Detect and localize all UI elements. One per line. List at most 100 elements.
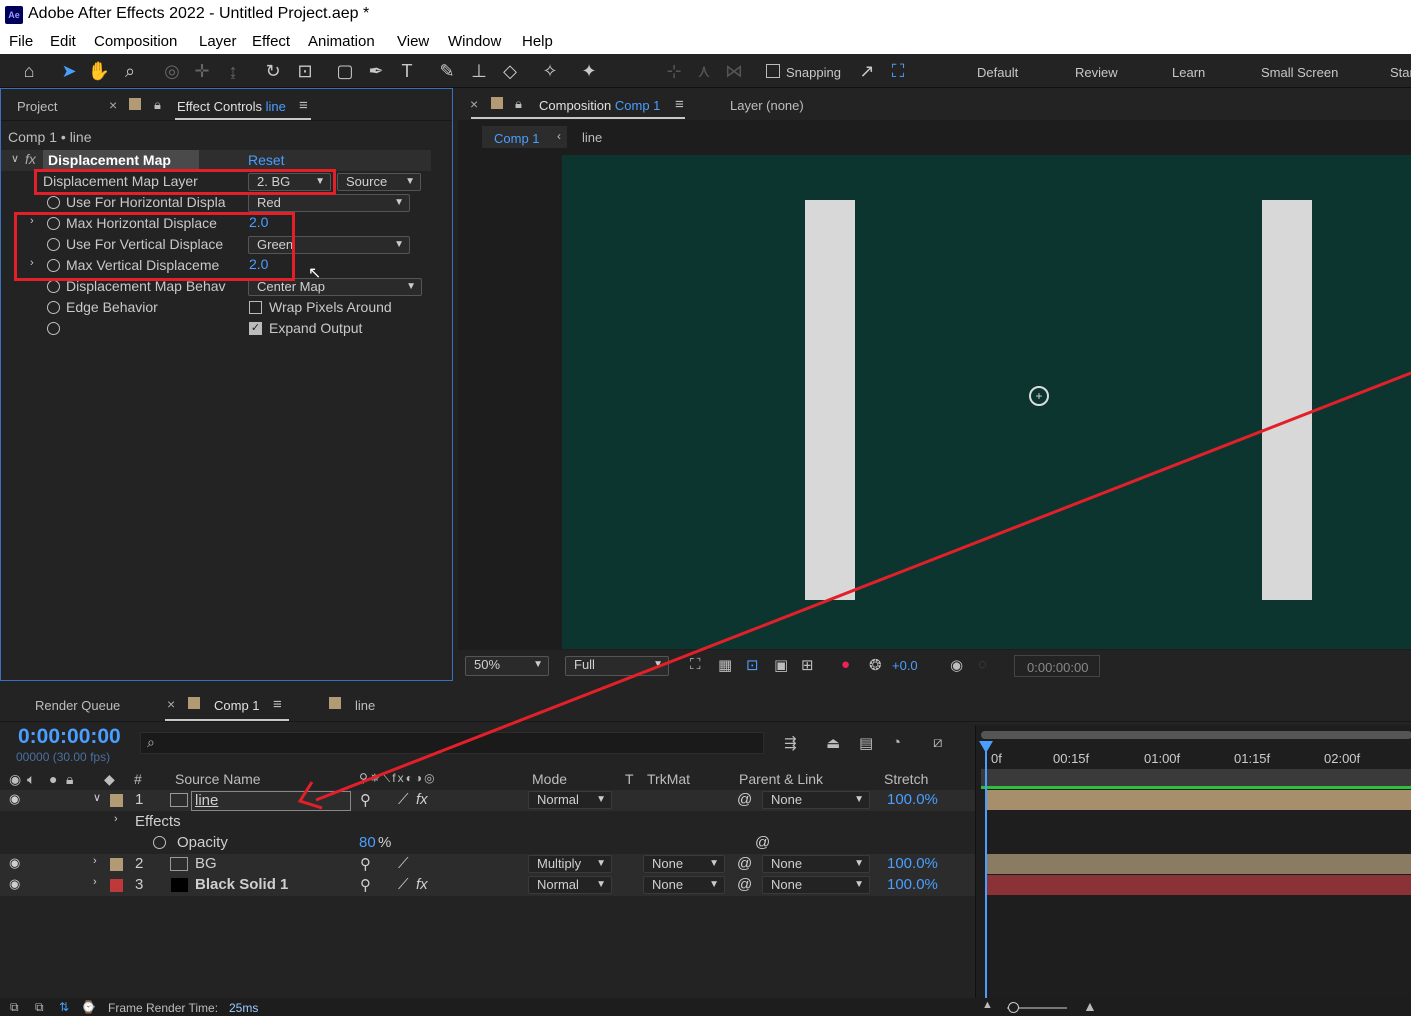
shy-switch-icon[interactable]: ⚲ bbox=[360, 791, 371, 809]
tab-composition[interactable]: Composition Comp 1 bbox=[539, 98, 660, 113]
fx-switch-icon[interactable]: fx bbox=[416, 876, 428, 893]
panel-menu-icon[interactable]: ≡ bbox=[299, 97, 308, 114]
puppet-pin-icon[interactable]: ✦ bbox=[577, 59, 601, 83]
layer-bar-line[interactable] bbox=[986, 790, 1411, 810]
stretch-value[interactable]: 100.0% bbox=[887, 791, 938, 808]
motion-blur-icon[interactable]: ◔ bbox=[892, 734, 901, 751]
render-time-icon[interactable]: ⌚ bbox=[81, 1000, 96, 1014]
work-area-bar[interactable] bbox=[981, 731, 1411, 739]
close-icon[interactable]: × bbox=[167, 696, 175, 712]
stretch-value[interactable]: 100.0% bbox=[887, 876, 938, 893]
orbit-camera-icon[interactable]: ◎ bbox=[160, 59, 184, 83]
table-row[interactable]: ◉ › 3 Black Solid 1 ⚲ ⟋ fx Normal ▼ None ▼… bbox=[0, 875, 975, 896]
menu-file[interactable]: File bbox=[9, 33, 33, 50]
solo-icon[interactable]: ● bbox=[49, 771, 57, 787]
pan-camera-icon[interactable]: ✛ bbox=[190, 59, 214, 83]
eraser-tool-icon[interactable]: ◇ bbox=[498, 59, 522, 83]
lock-icon[interactable]: 🔒︎ bbox=[154, 97, 161, 113]
expand-icon[interactable]: › bbox=[93, 855, 97, 867]
show-snapshot-icon[interactable]: ◌ bbox=[978, 656, 987, 673]
layer-name[interactable]: BG bbox=[195, 855, 217, 872]
label-swatch[interactable] bbox=[110, 858, 123, 871]
axis-view-icon[interactable]: ⋈ bbox=[722, 59, 746, 83]
table-row[interactable]: ◉ › 2 BG ⚲ ⟋ Multiply ▼ None ▼ @ None ▼ 100… bbox=[0, 854, 975, 875]
zoom-tool-icon[interactable]: ⌕ bbox=[118, 59, 142, 83]
pickwhip-icon[interactable]: @ bbox=[737, 791, 752, 808]
graph-editor-icon[interactable]: ⧄ bbox=[933, 734, 943, 751]
mode-dropdown[interactable]: Normal ▼ bbox=[528, 791, 612, 809]
shy-switch-icon[interactable]: ⚲ bbox=[360, 876, 371, 894]
mask-path-icon[interactable]: ⊡ bbox=[746, 656, 759, 674]
zoom-in-icon[interactable]: ▲ bbox=[1083, 998, 1097, 1014]
workspace-default[interactable]: Default bbox=[977, 65, 1018, 80]
tab-render-queue[interactable]: Render Queue bbox=[35, 698, 120, 713]
mode-dropdown[interactable]: Normal ▼ bbox=[528, 876, 612, 894]
layer-bar-bg[interactable] bbox=[986, 854, 1411, 874]
comp-flowchart-icon[interactable]: ⧉ bbox=[10, 1000, 19, 1015]
shy-switch-icon[interactable]: ⚲ bbox=[360, 855, 371, 873]
workspace-review[interactable]: Review bbox=[1075, 65, 1118, 80]
close-icon[interactable]: × bbox=[470, 96, 478, 112]
menu-window[interactable]: Window bbox=[448, 33, 501, 50]
selection-tool-icon[interactable]: ➤ bbox=[57, 59, 81, 83]
transparency-grid-icon[interactable]: ▦ bbox=[718, 656, 732, 674]
anchor-tool-icon[interactable]: ⊡ bbox=[293, 59, 317, 83]
grid-guides-icon[interactable]: ⊞ bbox=[801, 656, 814, 674]
parent-dropdown[interactable]: None ▼ bbox=[762, 791, 870, 809]
expand-output-checkbox[interactable]: ✓ bbox=[249, 322, 262, 335]
label-swatch[interactable] bbox=[110, 794, 123, 807]
label-swatch[interactable] bbox=[110, 879, 123, 892]
brush-tool-icon[interactable]: ✎ bbox=[435, 59, 459, 83]
draft-3d-icon[interactable]: ⇶ bbox=[784, 734, 797, 752]
menu-layer[interactable]: Layer bbox=[199, 33, 237, 50]
expand-icon[interactable]: › bbox=[114, 813, 118, 825]
align-icon[interactable]: ⊹ bbox=[662, 59, 686, 83]
type-tool-icon[interactable]: T bbox=[395, 59, 419, 83]
collapse-icon[interactable]: ∨ bbox=[11, 152, 19, 165]
menu-animation[interactable]: Animation bbox=[308, 33, 375, 50]
opacity-value[interactable]: 80 bbox=[359, 834, 376, 851]
axis-world-icon[interactable]: ⋏ bbox=[692, 59, 716, 83]
comp-timecode[interactable]: 0:00:00:00 bbox=[1014, 655, 1100, 677]
zoom-slider-handle[interactable] bbox=[1008, 1002, 1019, 1013]
tab-layer[interactable]: Layer (none) bbox=[730, 98, 804, 113]
rectangle-tool-icon[interactable]: ▢ bbox=[333, 59, 357, 83]
effects-label[interactable]: Effects bbox=[135, 813, 181, 830]
eye-icon[interactable]: ◉ bbox=[9, 876, 20, 892]
parent-dropdown[interactable]: None ▼ bbox=[762, 855, 870, 873]
eye-icon[interactable]: ◉ bbox=[9, 855, 20, 871]
snapshot-icon[interactable]: ◉ bbox=[950, 656, 963, 674]
table-row[interactable]: ◉ ∨ 1 line ⚲ ⟋ fx Normal ▼ @ None ▼ 100.0% bbox=[0, 790, 975, 811]
snap-edges-icon[interactable]: ⛶ bbox=[886, 59, 910, 83]
stopwatch-icon[interactable] bbox=[153, 836, 166, 849]
layer-bar-solid[interactable] bbox=[986, 875, 1411, 895]
layer-name[interactable]: Black Solid 1 bbox=[195, 876, 288, 893]
workspace-standard[interactable]: Star bbox=[1390, 65, 1411, 80]
pickwhip-icon[interactable]: @ bbox=[737, 855, 752, 872]
rotate-tool-icon[interactable]: ↻ bbox=[261, 59, 285, 83]
stopwatch-icon[interactable] bbox=[47, 322, 60, 335]
menu-help[interactable]: Help bbox=[522, 33, 553, 50]
tab-comp-1[interactable]: Comp 1 bbox=[214, 698, 260, 713]
transfer-controls-icon[interactable]: ⇅ bbox=[59, 1000, 69, 1014]
expand-icon[interactable]: › bbox=[93, 876, 97, 888]
label-icon[interactable]: ◆ bbox=[104, 771, 115, 788]
roto-brush-icon[interactable]: ✧ bbox=[538, 59, 562, 83]
clone-stamp-icon[interactable]: ⊥ bbox=[467, 59, 491, 83]
pickwhip-icon[interactable]: @ bbox=[737, 876, 752, 893]
wrap-pixels-checkbox[interactable] bbox=[249, 301, 262, 314]
color-management-icon[interactable]: ❂ bbox=[869, 656, 882, 674]
horizontal-channel-dropdown[interactable]: Red ▼ bbox=[248, 194, 410, 212]
eye-icon[interactable]: ◉ bbox=[9, 791, 20, 807]
snapping-options-icon[interactable]: ↗ bbox=[855, 59, 879, 83]
exposure-value[interactable]: +0.0 bbox=[892, 658, 918, 673]
pickwhip-icon[interactable]: @ bbox=[755, 834, 770, 851]
workspace-learn[interactable]: Learn bbox=[1172, 65, 1205, 80]
region-of-interest-icon[interactable]: ▣ bbox=[774, 656, 788, 674]
stopwatch-icon[interactable] bbox=[47, 196, 60, 209]
fx-icon[interactable]: fx bbox=[25, 151, 36, 167]
anchor-point-icon[interactable]: + bbox=[1029, 386, 1049, 406]
tab-line[interactable]: line bbox=[355, 698, 375, 713]
trkmat-dropdown[interactable]: None ▼ bbox=[643, 876, 725, 894]
workspace-small-screen[interactable]: Small Screen bbox=[1261, 65, 1338, 80]
